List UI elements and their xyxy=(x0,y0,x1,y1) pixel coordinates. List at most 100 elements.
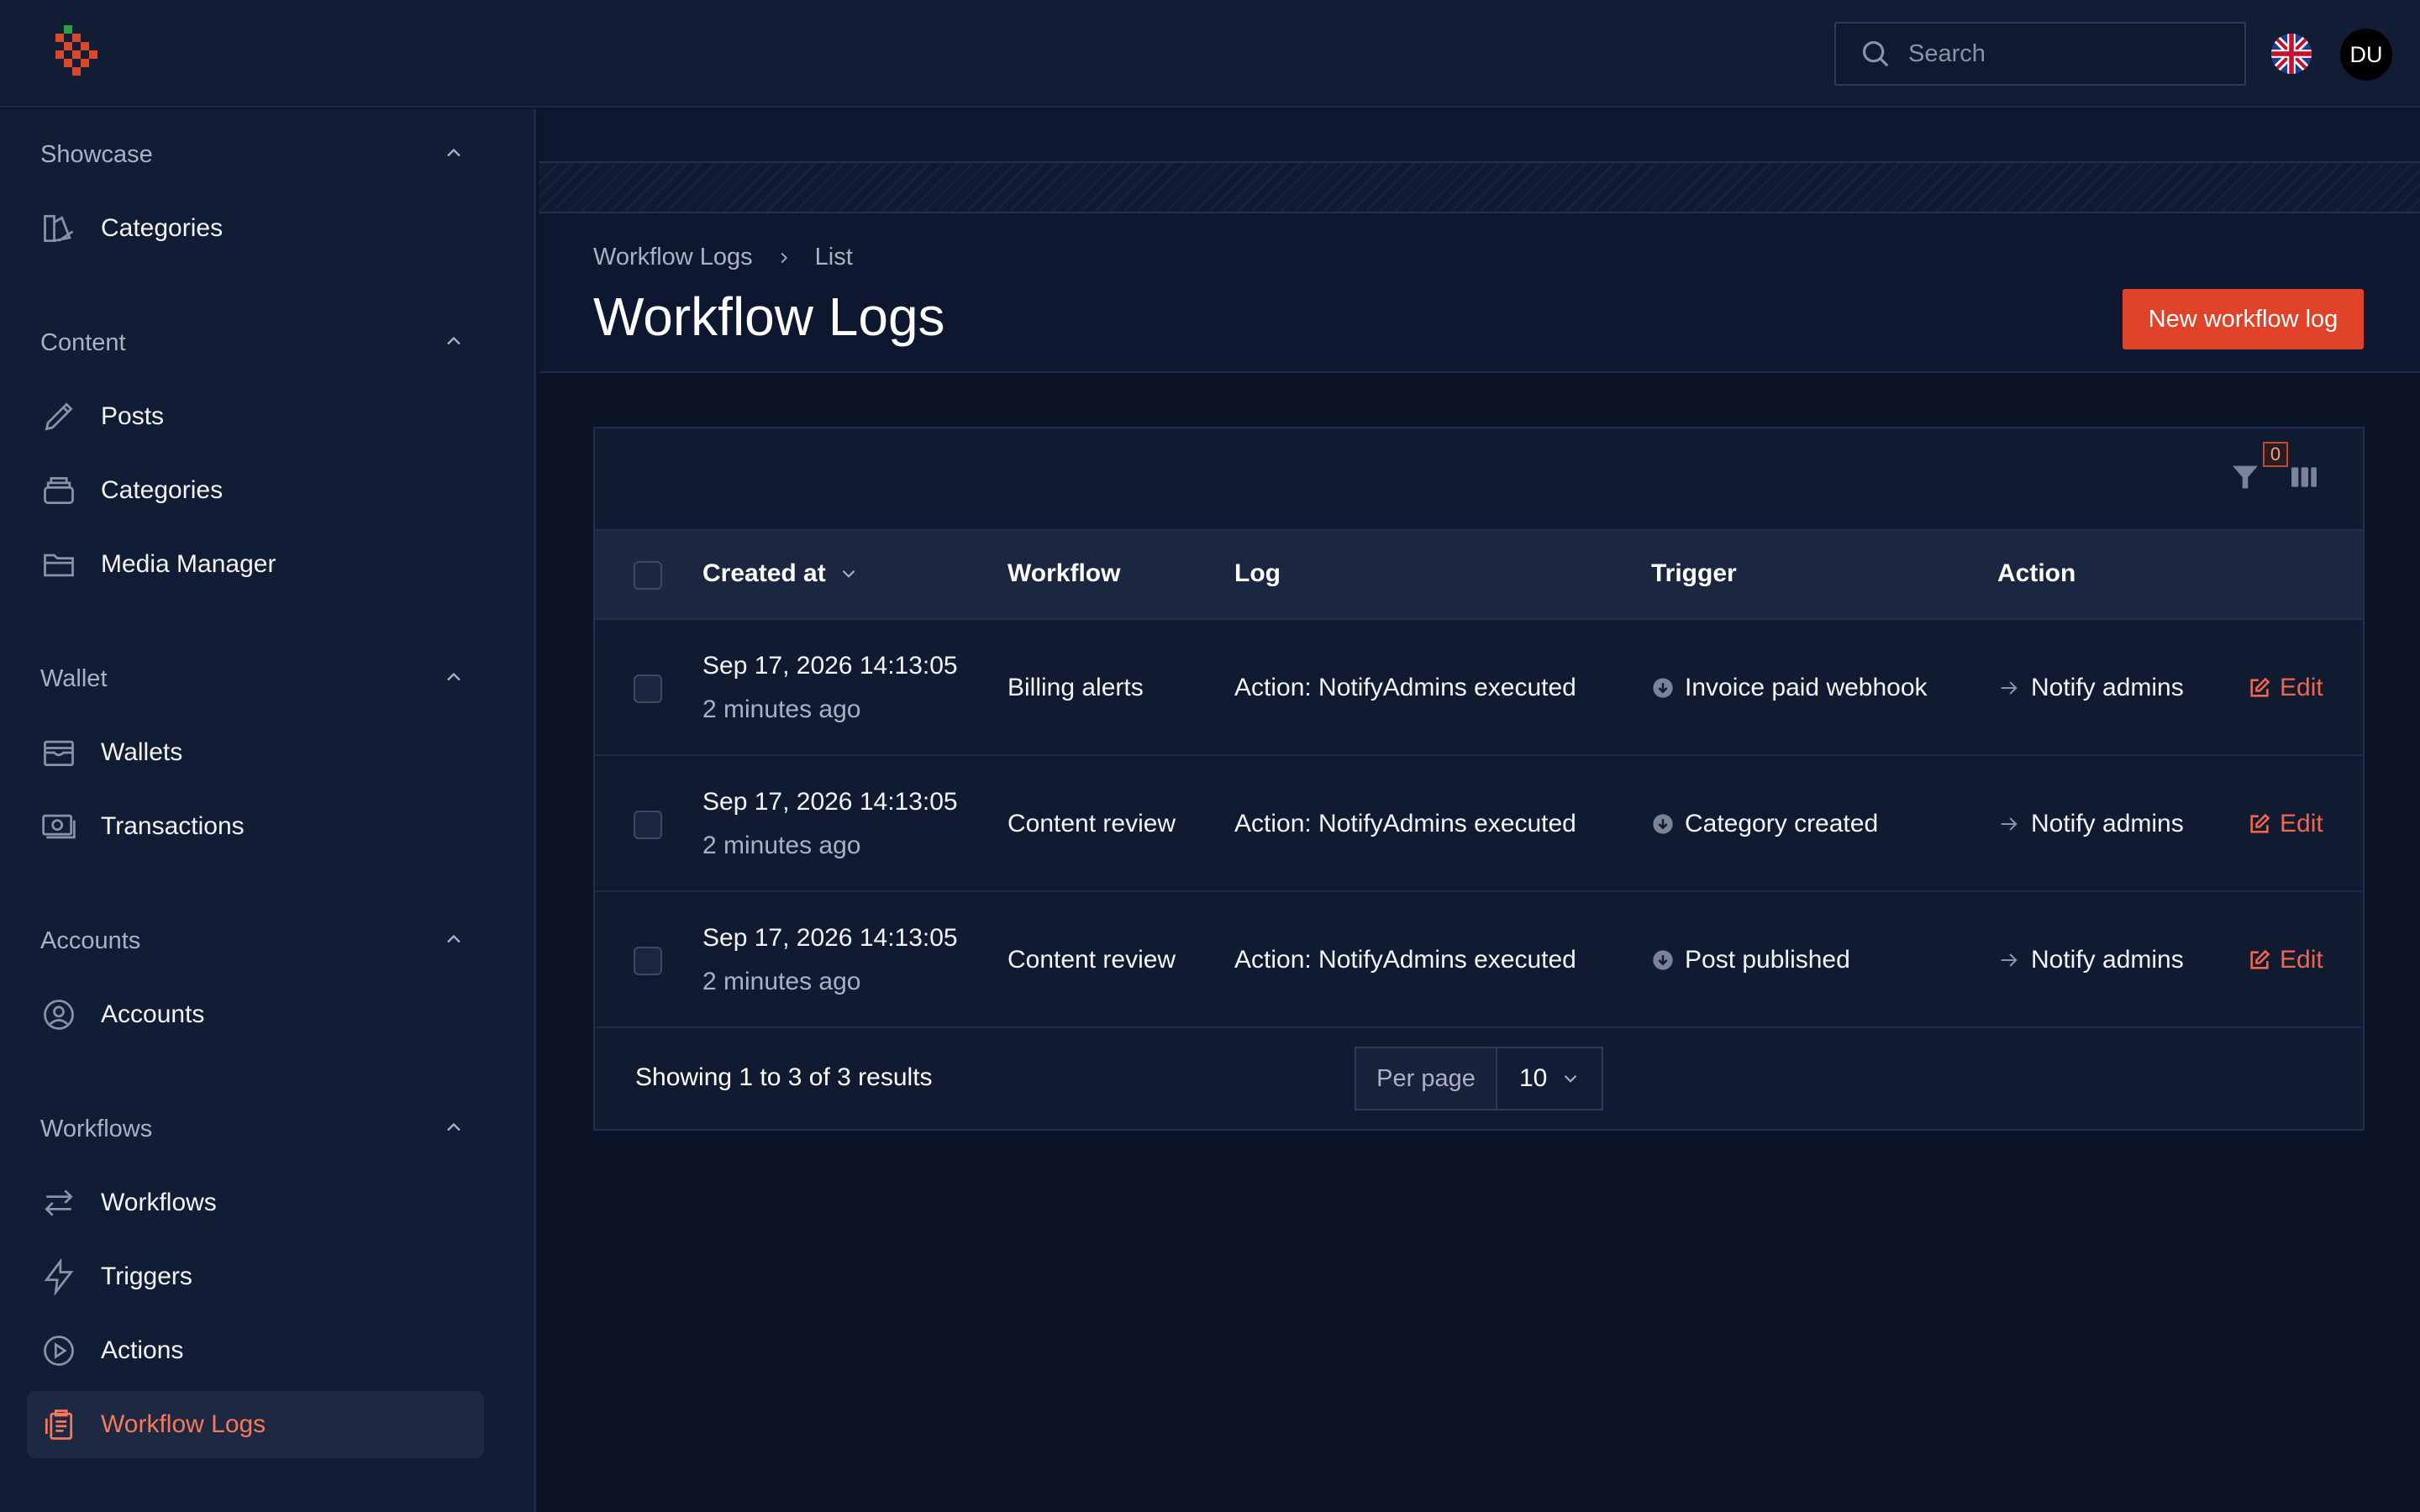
sidebar-group-wallet[interactable]: Wallet xyxy=(40,665,108,693)
arrow-right-icon xyxy=(2001,953,2018,967)
striped-divider xyxy=(539,161,2420,213)
breadcrumb: Workflow Logs List xyxy=(593,244,853,271)
sidebar-item-posts[interactable]: Posts xyxy=(27,383,484,450)
row-checkbox[interactable] xyxy=(634,675,662,703)
chevron-up-icon[interactable] xyxy=(442,665,466,689)
arrow-down-circle-icon xyxy=(1653,678,1673,698)
app-logo[interactable] xyxy=(52,25,106,81)
sidebar-item-label: Workflow Logs xyxy=(101,1410,266,1438)
sidebar-item-actions[interactable]: Actions xyxy=(27,1317,484,1384)
chevron-up-icon[interactable] xyxy=(442,329,466,353)
trigger-cell: Invoice paid webhook xyxy=(1651,674,1928,702)
user-avatar[interactable]: DU xyxy=(2340,29,2392,81)
columns-icon[interactable] xyxy=(2287,460,2321,494)
edit-icon xyxy=(2250,677,2270,697)
arrows-icon xyxy=(45,1189,73,1216)
edit-icon xyxy=(2250,949,2270,969)
sidebar-item-label: Actions xyxy=(101,1336,184,1364)
sidebar-item-showcase-categories[interactable]: Categories xyxy=(27,195,484,262)
per-page-select[interactable]: Per page 10 xyxy=(1355,1047,1603,1110)
edit-icon xyxy=(2250,813,2270,833)
filter-count-badge: 0 xyxy=(2263,442,2288,467)
arrow-right-icon xyxy=(2001,681,2018,695)
action-cell: Notify admins xyxy=(1997,946,2184,974)
select-all-checkbox[interactable] xyxy=(634,561,662,590)
filter-icon[interactable] xyxy=(2228,460,2262,494)
created-relative: 2 minutes ago xyxy=(702,832,861,859)
column-workflow: Workflow xyxy=(1007,559,1121,587)
sidebar-group-content[interactable]: Content xyxy=(40,329,126,357)
row-checkbox[interactable] xyxy=(634,811,662,839)
action-cell: Notify admins xyxy=(1997,674,2184,702)
sidebar-item-content-categories[interactable]: Categories xyxy=(27,457,484,524)
sidebar-item-workflows[interactable]: Workflows xyxy=(27,1169,484,1236)
new-workflow-log-button[interactable]: New workflow log xyxy=(2123,289,2364,349)
workflow-name: Content review xyxy=(1007,946,1176,974)
sidebar-item-accounts[interactable]: Accounts xyxy=(27,981,484,1048)
chevron-down-icon xyxy=(1564,1074,1577,1083)
search-box[interactable] xyxy=(1834,22,2246,86)
created-at: Sep 17, 2026 14:13:05 xyxy=(702,652,958,680)
chevron-up-icon[interactable] xyxy=(442,927,466,951)
sidebar-item-transactions[interactable]: Transactions xyxy=(27,793,484,860)
column-created-at[interactable]: Created at xyxy=(702,559,860,588)
pagination-summary: Showing 1 to 3 of 3 results xyxy=(635,1063,933,1091)
created-at: Sep 17, 2026 14:13:05 xyxy=(702,924,958,952)
column-action: Action xyxy=(1997,559,2076,587)
folder-icon xyxy=(44,554,74,577)
sidebar-item-label: Wallets xyxy=(101,738,183,766)
per-page-value[interactable]: 10 xyxy=(1497,1048,1602,1109)
column-trigger: Trigger xyxy=(1651,559,1737,587)
categories-icon xyxy=(44,214,74,243)
sidebar-item-label: Transactions xyxy=(101,812,245,840)
log-text: Action: NotifyAdmins executed xyxy=(1234,810,1576,837)
arrow-down-circle-icon xyxy=(1653,950,1673,970)
chevron-up-icon[interactable] xyxy=(442,141,466,165)
per-page-label: Per page xyxy=(1356,1048,1497,1109)
sidebar-item-media-manager[interactable]: Media Manager xyxy=(27,531,484,598)
log-text: Action: NotifyAdmins executed xyxy=(1234,674,1576,701)
trigger-cell: Category created xyxy=(1651,810,1878,838)
edit-link[interactable]: Edit xyxy=(2248,674,2323,702)
bolt-icon xyxy=(44,1258,74,1295)
arrow-down-circle-icon xyxy=(1653,814,1673,834)
breadcrumb-workflow-logs[interactable]: Workflow Logs xyxy=(593,244,753,271)
breadcrumb-list[interactable]: List xyxy=(815,244,853,271)
sidebar-item-triggers[interactable]: Triggers xyxy=(27,1243,484,1310)
sidebar-item-workflow-logs[interactable]: Workflow Logs xyxy=(27,1391,484,1458)
clipboard-icon xyxy=(45,1410,73,1440)
sidebar-item-label: Media Manager xyxy=(101,550,276,578)
top-bar: DU xyxy=(0,0,2420,108)
row-checkbox[interactable] xyxy=(634,947,662,975)
log-text: Action: NotifyAdmins executed xyxy=(1234,946,1576,974)
sidebar-item-wallets[interactable]: Wallets xyxy=(27,719,484,786)
search-icon xyxy=(1862,40,1889,67)
sidebar-item-label: Triggers xyxy=(101,1263,192,1290)
uk-flag-icon[interactable] xyxy=(2271,34,2312,74)
chevron-up-icon[interactable] xyxy=(442,1116,466,1139)
trigger-cell: Post published xyxy=(1651,946,1850,974)
workflow-name: Billing alerts xyxy=(1007,674,1144,701)
topbar-region xyxy=(539,109,2420,161)
sidebar-item-label: Workflows xyxy=(101,1189,217,1216)
search-input[interactable] xyxy=(1908,39,2228,68)
banknote-icon xyxy=(42,814,76,839)
sidebar-group-showcase[interactable]: Showcase xyxy=(40,141,153,169)
edit-link[interactable]: Edit xyxy=(2248,810,2323,838)
sidebar-group-accounts[interactable]: Accounts xyxy=(40,927,140,955)
stack-icon xyxy=(44,476,74,505)
chevron-right-icon xyxy=(781,252,787,263)
play-circle-icon xyxy=(44,1336,74,1366)
arrow-right-icon xyxy=(2001,817,2018,831)
sort-chevron-down-icon xyxy=(842,570,855,578)
table-header xyxy=(595,529,2363,620)
column-log: Log xyxy=(1234,559,1281,587)
wallet-icon xyxy=(44,740,74,767)
sidebar-group-workflows[interactable]: Workflows xyxy=(40,1116,152,1143)
sidebar-item-label: Categories xyxy=(101,476,224,504)
created-relative: 2 minutes ago xyxy=(702,968,861,995)
edit-link[interactable]: Edit xyxy=(2248,946,2323,974)
sidebar-item-label: Posts xyxy=(101,402,165,430)
sidebar-item-label: Accounts xyxy=(101,1000,205,1028)
sidebar-item-label: Categories xyxy=(101,214,224,242)
